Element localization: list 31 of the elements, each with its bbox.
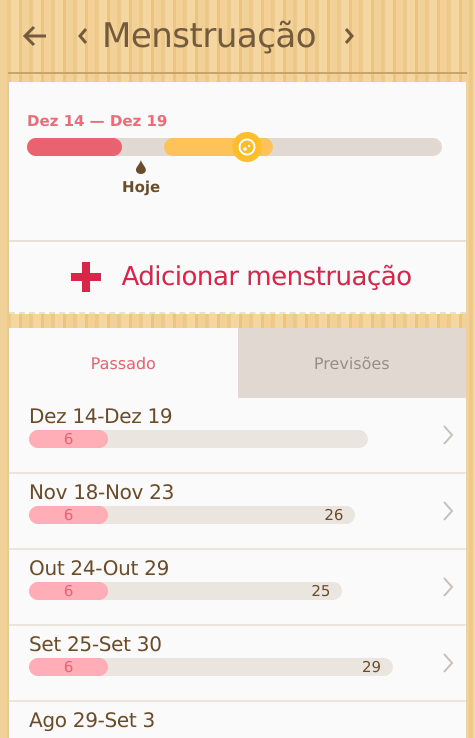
- cycle-row[interactable]: Nov 18-Nov 23 6 26: [9, 474, 466, 550]
- period-days: 6: [64, 506, 74, 524]
- period-days: 6: [64, 658, 74, 676]
- plus-icon: [71, 262, 102, 292]
- drop-icon: [136, 160, 146, 174]
- cycle-row[interactable]: Out 24-Out 29 6 25: [9, 550, 466, 626]
- chevron-right-icon: [442, 500, 454, 522]
- next-button[interactable]: [344, 27, 354, 45]
- chevron-right-icon: [442, 652, 454, 674]
- previous-button[interactable]: [78, 27, 88, 45]
- back-button[interactable]: [22, 24, 48, 48]
- cycle-dates: Set 25-Set 30: [29, 632, 163, 656]
- cycle-row[interactable]: Dez 14-Dez 19 6: [9, 398, 466, 474]
- period-days: 6: [64, 430, 74, 448]
- cycle-dates: Nov 18-Nov 23: [29, 480, 175, 504]
- period-days: 6: [64, 582, 74, 600]
- cycle-dates: Ago 29-Set 3: [29, 708, 156, 732]
- page-title: Menstruação: [102, 16, 316, 56]
- cycle-dates: Out 24-Out 29: [29, 556, 170, 580]
- chevron-right-icon: [442, 576, 454, 598]
- cycle-days: 29: [362, 658, 382, 676]
- cycle-dates: Dez 14-Dez 19: [29, 404, 174, 428]
- today-label: Hoje: [122, 178, 160, 196]
- cycle-row[interactable]: Ago 29-Set 3: [9, 702, 466, 738]
- cycle-row[interactable]: Set 25-Set 30 6 29: [9, 626, 466, 702]
- period-dates: Dez 14 — Dez 19: [27, 112, 168, 130]
- ovulation-marker[interactable]: [232, 132, 262, 162]
- cycle-days: 26: [324, 506, 344, 524]
- cycle-days: 25: [311, 582, 330, 600]
- chevron-right-icon: [442, 424, 454, 446]
- egg-icon: [236, 137, 257, 157]
